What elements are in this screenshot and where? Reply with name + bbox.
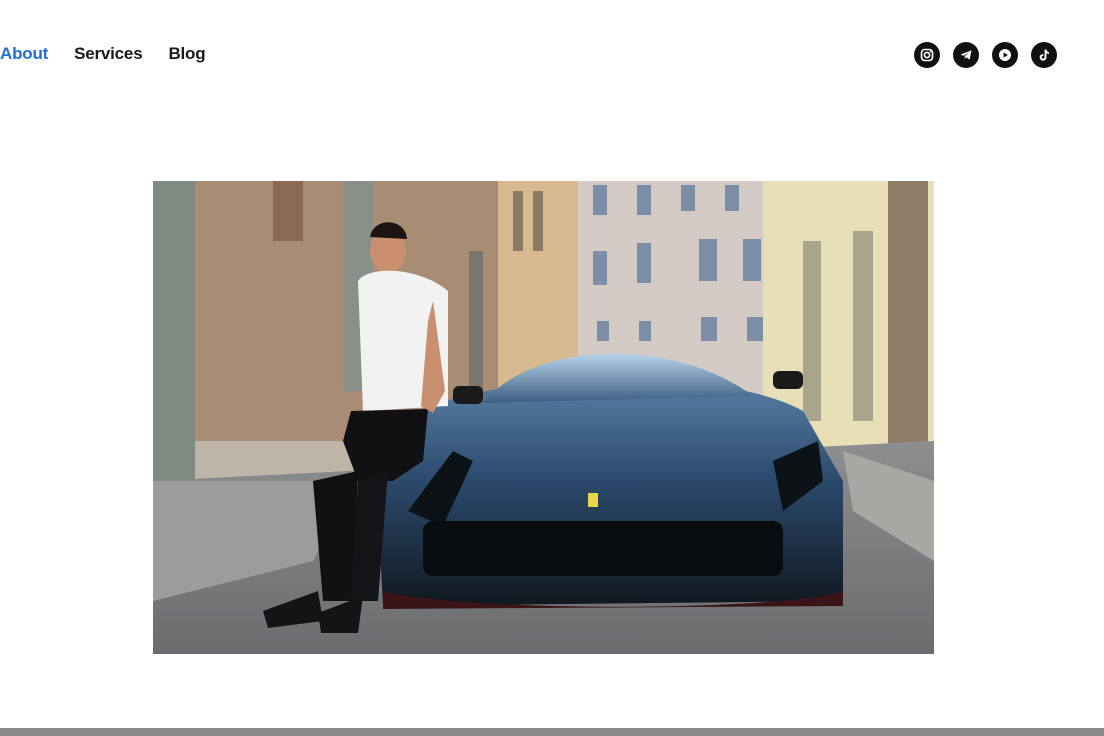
tiktok-icon[interactable] (1031, 42, 1057, 68)
nav-link-about[interactable]: About (0, 43, 48, 65)
social-links (914, 42, 1057, 68)
footer-bar (0, 728, 1104, 736)
main-nav: About Services Blog (0, 43, 206, 65)
hero-image (153, 181, 934, 654)
nav-link-blog[interactable]: Blog (168, 43, 205, 65)
nav-link-services[interactable]: Services (74, 43, 143, 65)
youtube-icon[interactable] (992, 42, 1018, 68)
instagram-icon[interactable] (914, 42, 940, 68)
telegram-icon[interactable] (953, 42, 979, 68)
